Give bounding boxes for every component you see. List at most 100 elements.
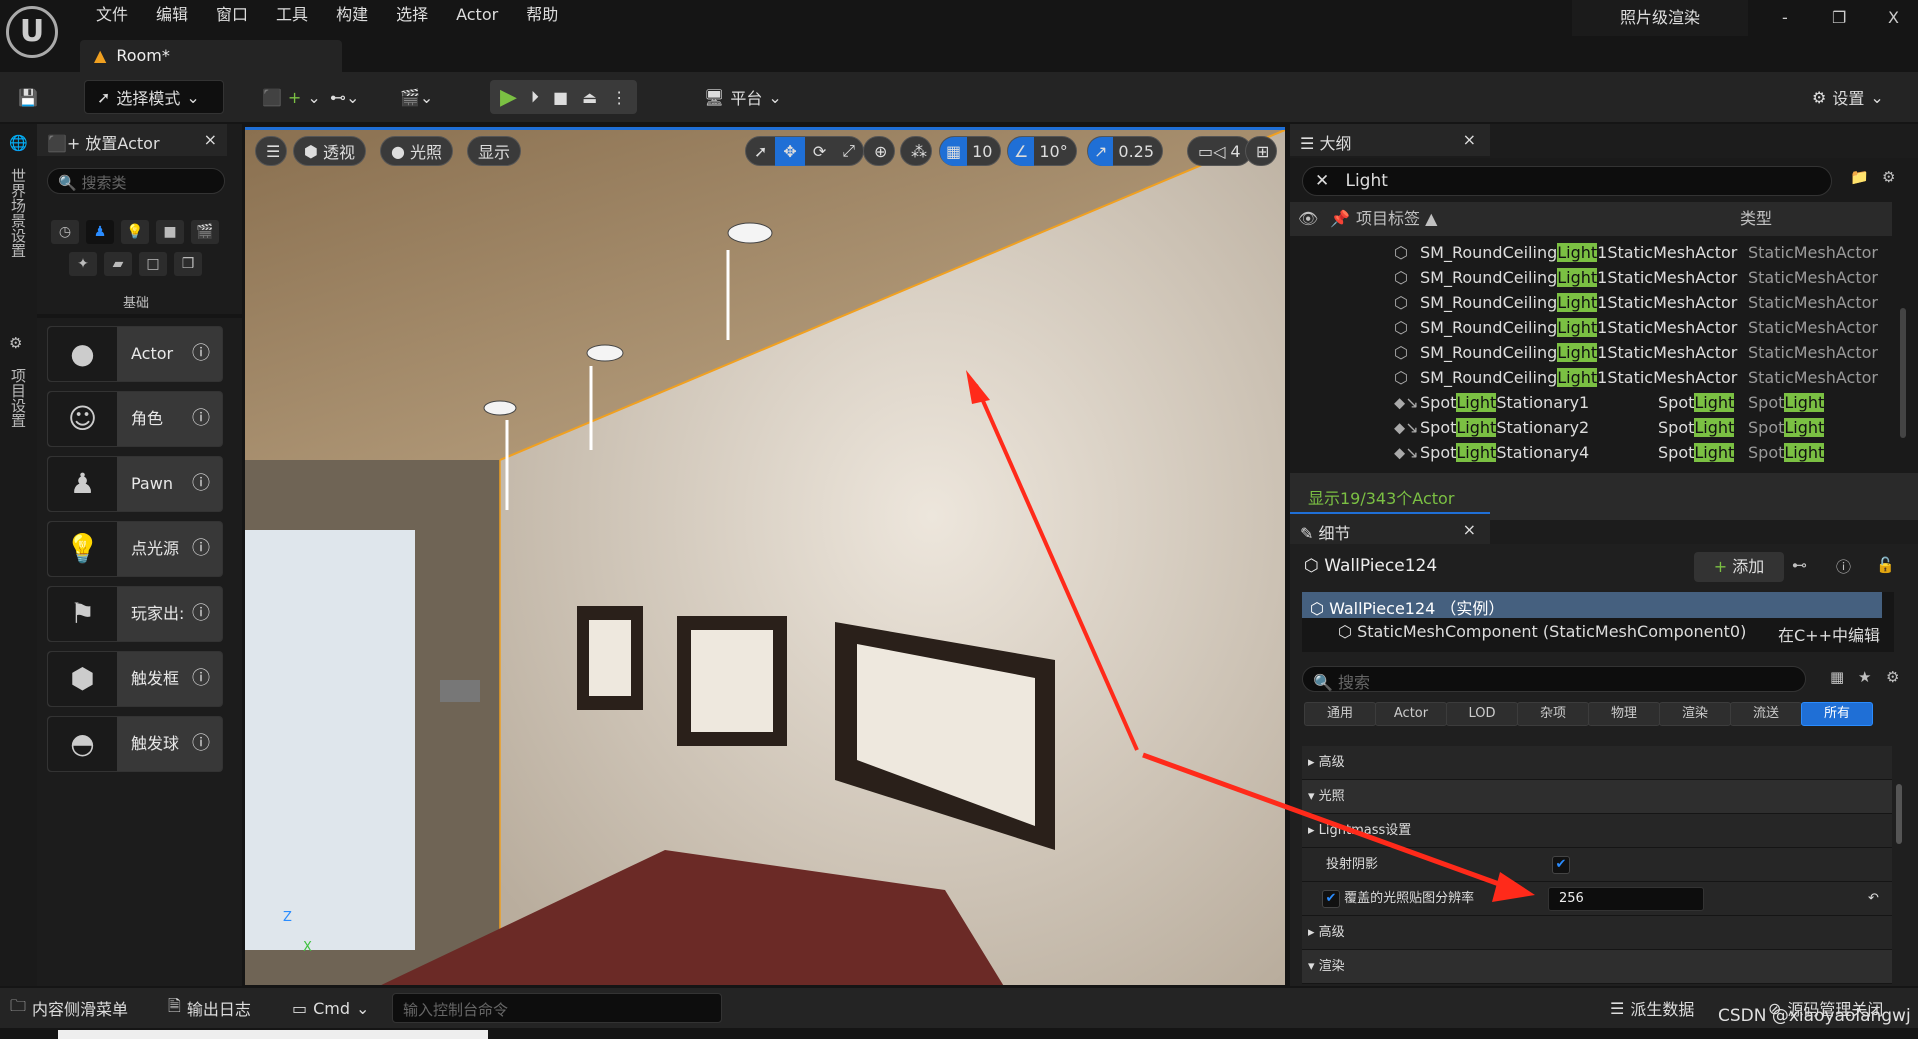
actor-item-pawn[interactable]: ♟ Pawn ⓘ [47,456,223,512]
component-root[interactable]: ⬡ WallPiece124 （实例） [1302,592,1882,618]
filter-lod[interactable]: LOD [1446,702,1518,726]
actor-item-point-light[interactable]: 💡 点光源 ⓘ [47,521,223,577]
surface-snap-icon[interactable]: ⁂ [900,136,932,166]
derived-data-button[interactable]: ☰ 派生数据 [1610,988,1694,1028]
outliner-row[interactable]: ⬡ SM_RoundCeilingLight1StaticMeshActor Sta… [1290,265,1900,290]
help-icon[interactable]: ⓘ [192,392,222,446]
menu-tools[interactable]: 工具 [262,4,322,26]
close-window-button[interactable]: X [1888,8,1899,27]
move-tool-icon[interactable]: ✥ [775,136,805,166]
viewport-menu-button[interactable]: ☰ [255,136,287,166]
eject-icon[interactable]: ⏏ [582,88,597,107]
eye-icon[interactable]: 👁 [1298,202,1318,236]
close-icon[interactable]: × [204,130,217,149]
category-rendering[interactable]: ▾ 渲染 [1302,950,1892,984]
basic-icon[interactable]: ♟ [86,220,114,244]
outliner-row[interactable]: ⬡ SM_RoundCeilingLight1StaticMeshActor Sta… [1290,365,1900,390]
select-tool-icon[interactable]: ➚ [746,142,775,161]
actor-item-trigger-box[interactable]: ⬢ 触发框 ⓘ [47,651,223,707]
filter-general[interactable]: 通用 [1304,702,1376,726]
outliner-row[interactable]: ⬡ SM_RoundCeilingLight1StaticMeshActor Sta… [1290,240,1900,265]
place-actor-tab[interactable]: ⬛+ 放置Actor × [37,124,227,156]
geometry-icon[interactable]: ▰ [104,252,132,276]
scale-snap-button[interactable]: ↗ 0.25 [1087,136,1164,166]
outliner-row[interactable]: ⬥↘ SpotLightStationary2 SpotLight SpotLight [1290,415,1900,440]
details-tab[interactable]: ✎ 细节 × [1290,512,1490,544]
cinematic-icon[interactable]: 🎬 [191,220,219,244]
lights-icon[interactable]: 💡 [121,220,149,244]
step-icon[interactable]: ⏵ [531,87,539,107]
cinematics-button[interactable]: 🎬⌄ [400,80,433,114]
edit-in-cpp-link[interactable]: 在C++中编辑 [1778,622,1880,646]
menu-edit[interactable]: 编辑 [142,4,202,26]
cmd-dropdown[interactable]: ▭ Cmd ⌄ [292,988,369,1028]
rotate-tool-icon[interactable]: ⟳ [805,142,834,161]
gear-icon[interactable]: ⚙ [1882,168,1895,186]
prop-advanced-2[interactable]: ▸ 高级 [1302,916,1892,950]
filter-physics[interactable]: 物理 [1588,702,1660,726]
add-actor-button[interactable]: ⬛ + ⌄ [262,80,321,114]
close-icon[interactable]: × [1463,130,1476,149]
component-item[interactable]: ⬡ StaticMeshComponent (StaticMeshCompone… [1338,622,1746,641]
outliner-row[interactable]: ⬥↘ SpotLightStationary4 SpotLight SpotLight [1290,440,1900,465]
outliner-tab[interactable]: ☰ 大纲 × [1290,124,1490,156]
maximize-button[interactable]: ❐ [1832,8,1846,27]
help-icon[interactable]: ⓘ [192,522,222,576]
outliner-row[interactable]: ⬡ SM_RoundCeilingLight1StaticMeshActor Sta… [1290,315,1900,340]
content-drawer-button[interactable]: 🗀 内容侧滑菜单 [10,988,128,1028]
help-icon[interactable]: ⓘ [192,457,222,511]
perspective-button[interactable]: ⬢ 透视 [293,136,366,166]
filter-all[interactable]: 所有 [1801,702,1873,726]
scale-tool-icon[interactable]: ⤢ [834,141,863,161]
blueprint-button[interactable]: ⊷⌄ [330,80,359,114]
table-view-icon[interactable]: ▦ [1830,668,1844,686]
actor-item-player-start[interactable]: ⚑ 玩家出: ⓘ [47,586,223,642]
world-settings-tab[interactable]: 世界场景设置 [8,168,29,258]
actor-item-trigger-sphere[interactable]: ◓ 触发球 ⓘ [47,716,223,772]
menu-help[interactable]: 帮助 [512,4,572,26]
menu-select[interactable]: 选择 [382,4,442,26]
camera-speed-button[interactable]: ▭◁ 4 [1187,136,1252,166]
category-lighting[interactable]: ▾ 光照 [1302,780,1892,814]
col-label-header[interactable]: 项目标签 ▲ [1356,202,1437,236]
lightmap-resolution-input[interactable]: 256 [1548,887,1704,911]
col-type-header[interactable]: 类型 [1740,202,1772,236]
filter-streaming[interactable]: 流送 [1730,702,1802,726]
save-icon[interactable]: 💾 [18,80,38,114]
star-icon[interactable]: ★ [1858,668,1871,686]
filter-actor[interactable]: Actor [1375,702,1447,726]
help-icon[interactable]: ⓘ [192,652,222,706]
outliner-row[interactable]: ⬥↘ SpotLightStationary1 SpotLight SpotLight [1290,390,1900,415]
play-icon[interactable]: ▶ [500,85,517,110]
reset-icon[interactable]: ↶ [1868,882,1879,916]
project-settings-tab[interactable]: 项目设置 [8,368,29,428]
stop-icon[interactable]: ■ [553,88,568,107]
platform-dropdown[interactable]: 🖥 平台 ⌄ [704,80,782,114]
recent-icon[interactable]: ◷ [51,220,79,244]
volumes-icon[interactable]: □ [139,252,167,276]
layout-icon[interactable]: ⊞ [1245,136,1277,166]
menu-window[interactable]: 窗口 [202,4,262,26]
help-icon[interactable]: ⓘ [192,587,222,641]
settings-dropdown[interactable]: ⚙ 设置 ⌄ [1812,80,1884,114]
shapes-icon[interactable]: ■ [156,220,184,244]
unreal-logo[interactable]: U [6,6,58,58]
pin-icon[interactable]: 📌 [1330,202,1350,236]
grid-snap-button[interactable]: ▦ 10 [939,136,1002,166]
clear-search-icon[interactable]: ✕ [1315,171,1329,191]
outliner-row[interactable]: ⬡ SM_RoundCeilingLight1StaticMeshActor Sta… [1290,340,1900,365]
filter-misc[interactable]: 杂项 [1517,702,1589,726]
help-icon[interactable]: ⓘ [1836,556,1851,577]
rotation-snap-button[interactable]: ∠ 10° [1007,136,1077,166]
class-search-input[interactable]: 🔍 搜索类 [47,168,225,194]
photo-render-button[interactable]: 照片级渲染 [1572,0,1748,36]
effects-icon[interactable]: ✦ [69,252,97,276]
outliner-search-input[interactable]: ✕ Light [1302,166,1832,196]
gear-icon[interactable]: ⚙ [1886,668,1899,686]
prop-lightmass-settings[interactable]: ▸ Lightmass设置 [1302,814,1892,848]
minimize-button[interactable]: - [1782,8,1788,27]
menu-build[interactable]: 构建 [322,4,382,26]
help-icon[interactable]: ⓘ [192,327,222,381]
level-viewport[interactable]: ☰ ⬢ 透视 ● 光照 显示 ➚ ✥ ⟳ ⤢ ⊕ ⁂ ▦ 10 ∠ 10° ↗ 0.25 ▭◁ 4… [245,127,1285,985]
world-space-icon[interactable]: ⊕ [863,136,895,166]
